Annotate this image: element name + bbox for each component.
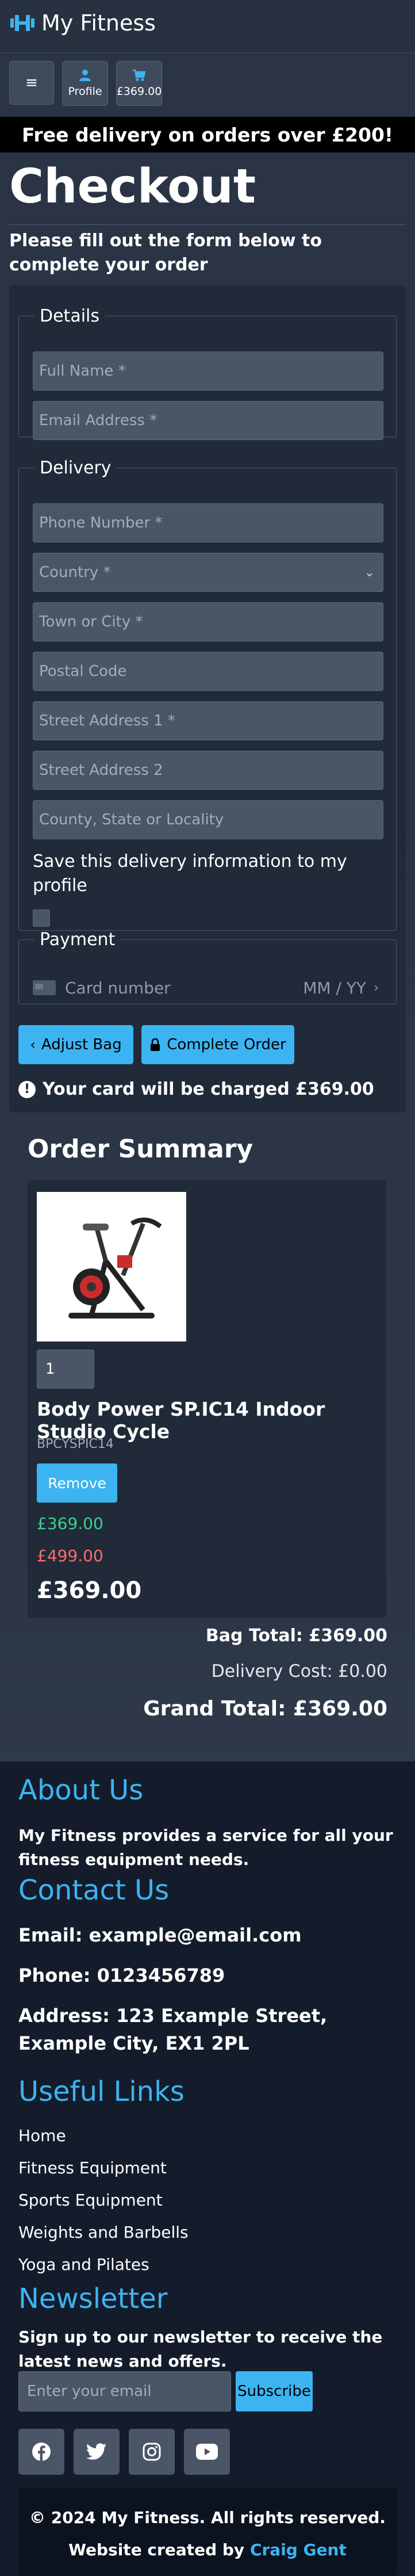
complete-order-label: Complete Order [167,1036,286,1053]
youtube-icon [196,2444,218,2460]
instagram-link[interactable] [129,2429,175,2475]
details-legend: Details [40,306,100,326]
cart-icon [133,69,146,81]
user-icon [79,70,91,81]
about-title: About Us [18,1774,144,1806]
delivery-fieldset: Delivery Phone Number * Country * ⌄ Town… [18,458,397,931]
menu-toggle-button[interactable]: ≡ [9,61,54,105]
payment-fieldset: Payment Card number MM / YY › [18,930,397,1004]
profile-button[interactable]: Profile [62,61,108,106]
credit-line: Website created by Craig Gent [18,2540,397,2559]
county-input[interactable]: County, State or Locality [33,800,383,839]
product-name: Body Power SP.IC14 Indoor Studio Cycle [37,1398,325,1443]
charge-amount: £369.00 [295,1079,374,1099]
footer-link-yoga[interactable]: Yoga and Pilates [18,2255,149,2274]
newsletter-email-input[interactable]: Enter your email [18,2371,231,2411]
phone-input[interactable]: Phone Number * [33,503,383,542]
delivery-banner: Free delivery on orders over £200! [0,117,415,152]
contact-title: Contact Us [18,1874,170,1906]
remove-item-button[interactable]: Remove [37,1463,117,1503]
details-fieldset: Details Full Name * Email Address * [18,306,397,440]
product-sku: BPCYSPIC14 [37,1437,114,1451]
save-info-checkbox[interactable] [33,909,50,927]
country-select-value: Country * [39,564,111,581]
original-price: £499.00 [37,1546,103,1565]
title-divider [9,224,406,225]
useful-links-title: Useful Links [18,2076,185,2108]
charge-prefix: Your card will be charged [43,1079,296,1099]
twitter-link[interactable] [74,2429,120,2475]
footer-link-sports-equipment[interactable]: Sports Equipment [18,2191,163,2210]
youtube-link[interactable] [184,2429,230,2475]
footer-link-fitness-equipment[interactable]: Fitness Equipment [18,2158,167,2177]
complete-order-button[interactable]: Complete Order [141,1025,294,1064]
contact-phone: Phone: 0123456789 [18,1965,225,1986]
footer-link-home[interactable]: Home [18,2126,66,2145]
exclamation-circle-icon: ! [18,1080,36,1098]
bag-total: Bag Total: £369.00 [205,1626,387,1646]
card-number-placeholder: Card number [65,978,171,997]
street-address-1-input[interactable]: Street Address 1 * [33,701,383,740]
contact-address: Address: 123 Example Street, Example Cit… [18,2005,328,2054]
adjust-bag-button[interactable]: ‹ Adjust Bag [18,1025,133,1064]
brand-link[interactable]: My Fitness [9,10,156,36]
copyright-bar: © 2024 My Fitness. All rights reserved. … [18,2487,397,2576]
postcode-input[interactable]: Postal Code [33,652,383,691]
quantity-input[interactable]: 1 [37,1350,94,1389]
twitter-icon [86,2443,106,2460]
card-element[interactable]: Card number MM / YY › [33,969,383,1006]
bag-item-card: 1 Body Power SP.IC14 Indoor Studio Cycle… [28,1180,386,1618]
product-image [37,1192,186,1341]
credit-author-link[interactable]: Craig Gent [250,2540,347,2559]
brand-name: My Fitness [41,10,156,36]
full-name-input[interactable]: Full Name * [33,351,383,391]
town-input[interactable]: Town or City * [33,602,383,641]
lock-icon [151,1038,160,1051]
facebook-icon [32,2443,51,2461]
credit-prefix: Website created by [68,2540,250,2559]
charge-notice: ! Your card will be charged £369.00 [18,1079,374,1099]
profile-label: Profile [68,85,102,98]
checkout-form: Details Full Name * Email Address * Deli… [9,285,406,1113]
instagram-icon [143,2443,161,2461]
dumbbell-logo-icon [10,15,34,31]
bag-button[interactable]: £369.00 [116,61,162,106]
chevron-right-icon: › [374,980,379,995]
adjust-bag-label: Adjust Bag [41,1036,122,1053]
sale-price: £369.00 [37,1514,103,1533]
hamburger-icon: ≡ [25,74,38,91]
site-footer: About Us My Fitness provides a service f… [0,1761,415,2576]
save-info-label: Save this delivery information to my pro… [33,851,347,896]
order-summary-title: Order Summary [28,1134,253,1164]
page-title: Checkout [9,159,256,214]
subscribe-button[interactable]: Subscribe [236,2371,313,2411]
delivery-legend: Delivery [40,458,112,478]
copyright-text: © 2024 My Fitness. All rights reserved. [29,2508,386,2527]
nav-toolbar: ≡ Profile £369.00 [9,61,162,106]
about-text: My Fitness provides a service for all yo… [18,1826,393,1869]
newsletter-text: Sign up to our newsletter to receive the… [18,2327,383,2371]
newsletter-title: Newsletter [18,2283,168,2315]
bag-total-label: £369.00 [116,85,162,98]
delivery-cost: Delivery Cost: £0.00 [211,1661,387,1681]
credit-card-icon [33,980,56,995]
chevron-down-icon: ⌄ [364,565,375,580]
chevron-left-icon: ‹ [30,1037,36,1053]
grand-total: Grand Total: £369.00 [143,1697,387,1721]
payment-legend: Payment [40,930,116,950]
page-subtitle: Please fill out the form below to comple… [9,231,322,275]
contact-email: Email: example@email.com [18,1924,302,1946]
email-input[interactable]: Email Address * [33,401,383,440]
street-address-2-input[interactable]: Street Address 2 [33,751,383,790]
country-select[interactable]: Country * ⌄ [33,553,383,592]
footer-link-weights[interactable]: Weights and Barbells [18,2223,189,2242]
facebook-link[interactable] [18,2429,64,2475]
line-total: £369.00 [37,1577,142,1604]
card-expiry-placeholder: MM / YY [303,978,366,997]
